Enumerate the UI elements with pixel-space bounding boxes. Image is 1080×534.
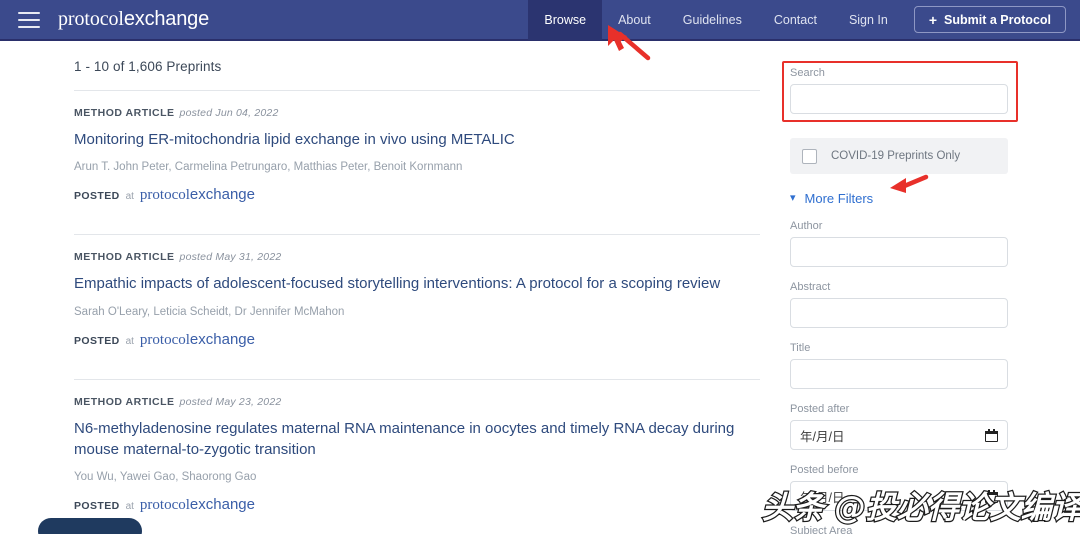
search-block: Search xyxy=(782,61,1018,122)
venue-serif-word: protocol xyxy=(139,497,190,514)
hamburger-icon[interactable] xyxy=(18,11,40,28)
nav-item-sign-in[interactable]: Sign In xyxy=(833,0,904,40)
article-list-item[interactable]: METHOD ARTICLE posted Jun 04, 2022 Monito… xyxy=(74,91,760,218)
calendar-icon[interactable] xyxy=(985,489,998,503)
title-input[interactable] xyxy=(790,359,1008,389)
venue-sans-word: exchange xyxy=(189,496,255,514)
results-panel: 1 - 10 of 1,606 Preprints METHOD ARTICLE… xyxy=(0,41,760,528)
filters-sidebar: Search COVID-19 Preprints Only ▾ More Fi… xyxy=(782,41,1020,534)
search-label: Search xyxy=(790,67,825,79)
hamburger-line xyxy=(18,25,40,28)
posted-before-group: Posted before 年/月/日 xyxy=(790,464,1020,511)
plus-icon: + xyxy=(928,11,938,28)
abstract-input[interactable] xyxy=(790,298,1008,328)
article-kind: METHOD ARTICLE xyxy=(74,107,175,119)
article-meta: METHOD ARTICLE posted May 23, 2022 xyxy=(74,396,760,408)
article-list-item[interactable]: METHOD ARTICLE posted May 31, 2022 Empath… xyxy=(74,235,760,362)
posted-before-input[interactable]: 年/月/日 xyxy=(790,481,1008,511)
posted-after-label: Posted after xyxy=(790,403,850,415)
author-filter-group: Author xyxy=(790,220,1020,267)
author-label: Author xyxy=(790,220,823,232)
logo-sans-word: exchange xyxy=(123,8,209,30)
covid-checkbox[interactable] xyxy=(802,148,817,164)
venue-logo[interactable]: protocol exchange xyxy=(140,186,255,204)
venue-serif-word: protocol xyxy=(139,331,190,348)
article-posted-date: posted May 23, 2022 xyxy=(179,395,282,408)
site-logo[interactable]: protocol exchange xyxy=(58,8,209,31)
article-meta: METHOD ARTICLE posted Jun 04, 2022 xyxy=(74,107,760,119)
article-authors: Sarah O'Leary, Leticia Scheidt, Dr Jenni… xyxy=(74,305,345,318)
article-venue-row: POSTED at protocol exchange xyxy=(74,496,760,514)
article-venue-row: POSTED at protocol exchange xyxy=(74,186,760,204)
results-count: 1 - 10 of 1,606 Preprints xyxy=(74,59,222,74)
article-authors: You Wu, Yawei Gao, Shaorong Gao xyxy=(74,471,257,484)
covid-filter-row[interactable]: COVID-19 Preprints Only xyxy=(790,138,1008,174)
article-list-item[interactable]: METHOD ARTICLE posted May 23, 2022 N6-met… xyxy=(74,380,760,529)
article-venue-row: POSTED at protocol exchange xyxy=(74,331,760,349)
submit-protocol-button[interactable]: + Submit a Protocol xyxy=(913,6,1066,33)
venue-serif-word: protocol xyxy=(139,187,190,204)
article-authors: Arun T. John Peter, Carmelina Petrungaro… xyxy=(74,161,463,174)
subject-area-group: Subject Area xyxy=(790,525,1020,534)
posted-before-value: 年/月/日 xyxy=(800,490,845,505)
logo-serif-word: protocol xyxy=(58,8,124,30)
hamburger-line xyxy=(18,18,40,21)
nav-item-contact[interactable]: Contact xyxy=(758,0,833,40)
site-header: protocol exchange Browse About Guideline… xyxy=(0,0,1080,41)
title-label: Title xyxy=(790,342,811,354)
at-label: at xyxy=(125,191,134,203)
abstract-filter-group: Abstract xyxy=(790,281,1020,328)
more-filters-label: More Filters xyxy=(804,191,874,206)
chevron-down-icon: ▾ xyxy=(790,192,796,204)
posted-after-input[interactable]: 年/月/日 xyxy=(790,420,1008,450)
subject-area-label: Subject Area xyxy=(790,525,853,534)
venue-sans-word: exchange xyxy=(189,330,255,348)
calendar-icon[interactable] xyxy=(985,428,998,442)
article-title[interactable]: N6-methyladenosine regulates maternal RN… xyxy=(74,418,760,461)
venue-logo[interactable]: protocol exchange xyxy=(140,331,255,349)
posted-after-group: Posted after 年/月/日 xyxy=(790,403,1020,450)
posted-label: POSTED xyxy=(74,500,120,513)
nav-item-browse[interactable]: Browse xyxy=(528,0,603,40)
posted-label: POSTED xyxy=(74,334,120,347)
main-navigation: Browse About Guidelines Contact Sign In xyxy=(528,0,903,40)
search-input[interactable] xyxy=(790,84,1008,114)
posted-label: POSTED xyxy=(74,190,120,203)
title-filter-group: Title xyxy=(790,342,1020,389)
floating-widget-edge[interactable] xyxy=(38,518,142,534)
author-input[interactable] xyxy=(790,237,1008,267)
article-kind: METHOD ARTICLE xyxy=(74,395,175,408)
submit-protocol-label: Submit a Protocol xyxy=(944,12,1051,27)
article-meta: METHOD ARTICLE posted May 31, 2022 xyxy=(74,251,760,263)
hamburger-line xyxy=(18,11,40,14)
article-kind: METHOD ARTICLE xyxy=(74,251,175,264)
nav-item-guidelines[interactable]: Guidelines xyxy=(667,0,758,40)
article-posted-date: posted May 31, 2022 xyxy=(179,251,282,264)
posted-before-label: Posted before xyxy=(790,464,859,476)
at-label: at xyxy=(125,335,134,347)
article-title[interactable]: Monitoring ER-mitochondria lipid exchang… xyxy=(74,129,760,150)
nav-item-about[interactable]: About xyxy=(602,0,667,40)
posted-after-value: 年/月/日 xyxy=(800,429,845,444)
article-posted-date: posted Jun 04, 2022 xyxy=(179,107,279,119)
venue-sans-word: exchange xyxy=(189,186,255,204)
at-label: at xyxy=(125,501,134,513)
abstract-label: Abstract xyxy=(790,281,831,293)
covid-filter-label: COVID-19 Preprints Only xyxy=(831,150,961,162)
more-filters-toggle[interactable]: ▾ More Filters xyxy=(790,191,1020,206)
venue-logo[interactable]: protocol exchange xyxy=(140,496,255,514)
page-root: protocol exchange Browse About Guideline… xyxy=(0,0,1080,534)
article-title[interactable]: Empathic impacts of adolescent-focused s… xyxy=(74,273,760,294)
